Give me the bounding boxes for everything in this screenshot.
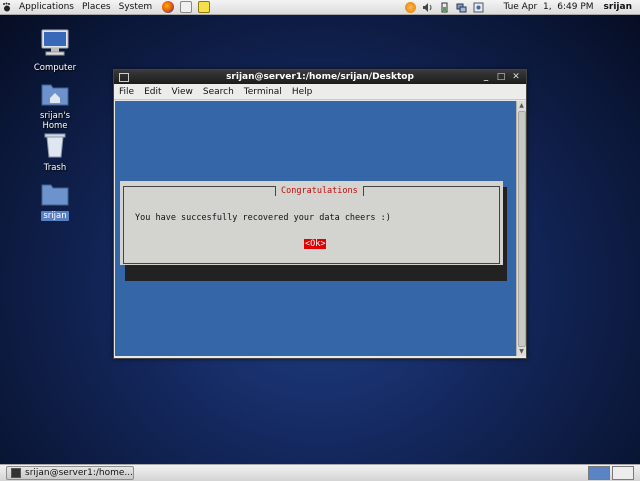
desktop-icon-computer[interactable]: Computer [25,28,85,73]
computer-icon [25,28,85,61]
applications-menu[interactable]: Applications [15,0,78,14]
top-panel: Applications Places System Tue Apr 1, 6:… [0,0,640,15]
trash-icon [25,130,85,161]
notes-launcher-icon[interactable] [198,1,211,13]
clock[interactable]: Tue Apr 1, 6:49 PM [503,2,593,12]
home-folder-icon [25,80,85,109]
ok-button[interactable]: <Ok> [304,239,327,249]
menu-edit[interactable]: Edit [139,87,166,97]
terminal-scrollbar[interactable]: ▲ ▼ [516,101,526,356]
places-menu[interactable]: Places [78,0,115,14]
user-menu[interactable]: srijan [604,2,632,12]
terminal-icon [11,468,21,478]
menu-terminal[interactable]: Terminal [239,87,287,97]
update-notifier-icon[interactable] [405,1,417,13]
menu-file[interactable]: File [114,87,139,97]
gnome-foot-icon [2,2,12,12]
firefox-launcher-icon[interactable] [162,1,175,13]
desktop-icon-trash[interactable]: Trash [25,130,85,173]
accessibility-icon[interactable] [473,2,484,13]
window-titlebar[interactable]: srijan@server1:/home/srijan/Desktop _ □ … [114,70,526,84]
dialog-message: You have succesfully recovered your data… [135,213,391,223]
terminal-window: srijan@server1:/home/srijan/Desktop _ □ … [113,69,527,359]
network-icon[interactable] [456,2,467,13]
desktop-icon-srijan-folder[interactable]: srijan [25,180,85,221]
desktop-icon-label: srijan's Home [39,111,70,131]
folder-icon [25,180,85,209]
congratulations-dialog: Congratulations You have succesfully rec… [120,181,503,265]
scroll-up-icon[interactable]: ▲ [517,101,526,110]
desktop-icon-home[interactable]: srijan's Home [25,80,85,131]
menu-help[interactable]: Help [287,87,318,97]
workspace-2[interactable] [612,466,634,480]
menu-view[interactable]: View [167,87,198,97]
system-menu[interactable]: System [115,0,157,14]
taskbar-terminal-button[interactable]: srijan@server1:/home... [6,466,134,480]
desktop-icon-label: srijan [41,211,69,221]
bottom-panel: srijan@server1:/home... [0,464,640,481]
dialog-title: Congratulations [275,186,364,196]
workspace-1[interactable] [588,466,610,480]
workspace-switcher [586,466,634,480]
desktop-icon-label: Computer [33,63,77,73]
window-menubar: File Edit View Search Terminal Help [114,84,526,100]
menu-search[interactable]: Search [198,87,239,97]
window-title: srijan@server1:/home/srijan/Desktop [226,72,414,82]
close-button[interactable]: ✕ [510,71,522,83]
email-launcher-icon[interactable] [180,1,193,13]
scroll-down-icon[interactable]: ▼ [517,347,526,356]
panel-tray: Tue Apr 1, 6:49 PM srijan [402,0,640,14]
volume-icon[interactable] [422,2,433,13]
dialog-frame: Congratulations You have succesfully rec… [123,186,500,264]
maximize-button[interactable]: □ [495,71,507,83]
desktop-icon-label: Trash [43,163,67,173]
scroll-thumb[interactable] [518,111,526,347]
terminal-area[interactable]: Congratulations You have succesfully rec… [115,101,516,356]
minimize-button[interactable]: _ [480,71,492,83]
battery-icon[interactable] [439,2,450,13]
taskbar-window-label: srijan@server1:/home... [25,468,133,478]
